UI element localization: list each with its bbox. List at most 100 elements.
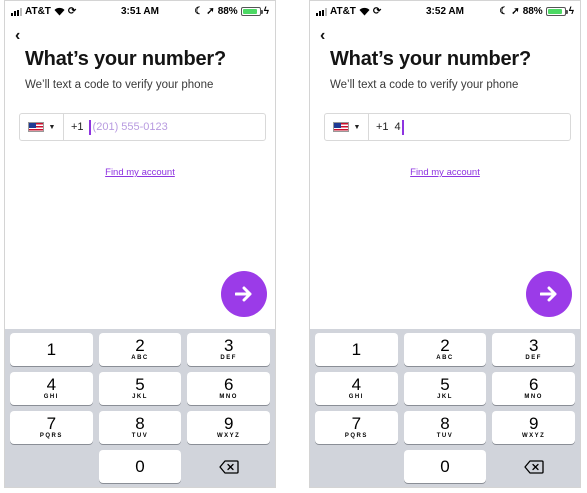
- key-9[interactable]: 9 WXYZ: [492, 411, 576, 444]
- key-digit: 1: [351, 340, 362, 359]
- us-flag-icon: [27, 122, 44, 132]
- find-account-link[interactable]: Find my account: [105, 167, 175, 178]
- key-digit: 5: [440, 375, 450, 394]
- dial-code: +1: [376, 121, 389, 133]
- key-letters: ABC: [436, 355, 454, 361]
- key-letters: ABC: [131, 355, 149, 361]
- key-1[interactable]: 1: [315, 333, 398, 366]
- phone-number-input[interactable]: [92, 121, 243, 133]
- key-letters: MNO: [219, 394, 238, 400]
- page-title: What’s your number?: [25, 48, 227, 70]
- key-2[interactable]: 2 ABC: [403, 333, 487, 366]
- key-delete[interactable]: [187, 450, 270, 483]
- moon-icon: ☾: [194, 5, 204, 17]
- key-6[interactable]: 6 MNO: [187, 372, 271, 405]
- key-2[interactable]: 2 ABC: [98, 333, 182, 366]
- key-empty: [10, 450, 93, 483]
- key-0[interactable]: 0: [98, 450, 182, 483]
- key-letters: PQRS: [39, 433, 63, 439]
- key-digit: 7: [46, 414, 57, 433]
- key-3[interactable]: 3 DEF: [492, 333, 576, 366]
- battery-icon: [240, 7, 263, 16]
- key-digit: 5: [135, 375, 145, 394]
- location-icon: ➚: [511, 5, 520, 17]
- page-subtitle: We’ll text a code to verify your phone: [330, 79, 519, 91]
- status-bar: AT&T ⟳ 3:52 AM ☾ ➚ 88% ϟ: [310, 1, 580, 21]
- country-picker[interactable]: ▼: [20, 114, 64, 140]
- key-letters: MNO: [524, 394, 543, 400]
- find-account-link[interactable]: Find my account: [410, 167, 480, 178]
- key-0[interactable]: 0: [403, 450, 487, 483]
- next-button[interactable]: [221, 271, 267, 317]
- key-digit: 9: [223, 414, 234, 433]
- numeric-keypad: 1 2 ABC 3 DEF 4 GHI 5 JKL 6 MNO 7 PQRS 8 TUV 9W…: [5, 329, 275, 487]
- battery-icon: [545, 7, 568, 16]
- key-digit: 2: [135, 336, 145, 355]
- key-9[interactable]: 9 WXYZ: [187, 411, 271, 444]
- next-button[interactable]: [526, 271, 572, 317]
- key-letters: WXYZ: [217, 433, 241, 439]
- key-letters: DEF: [525, 355, 542, 361]
- dial-code: +1: [71, 121, 84, 133]
- key-letters: DEF: [220, 355, 237, 361]
- page-subtitle: We’ll text a code to verify your phone: [25, 79, 214, 91]
- key-7[interactable]: 7 PQRS: [10, 411, 93, 444]
- battery-percent: 88%: [217, 6, 238, 17]
- key-4[interactable]: 4 GHI: [315, 372, 398, 405]
- back-chevron-icon[interactable]: ‹: [320, 27, 325, 45]
- find-account-container: Find my account: [5, 162, 275, 180]
- key-digit: 3: [223, 336, 234, 355]
- key-digit: 4: [46, 375, 57, 394]
- phone-number-field: ▼ +1 4: [324, 113, 571, 141]
- phone-number-value[interactable]: 4: [395, 121, 401, 133]
- key-digit: 0: [135, 457, 145, 476]
- key-digit: 8: [440, 414, 450, 433]
- key-8[interactable]: 8 TUV: [403, 411, 487, 444]
- battery-fill: [242, 9, 257, 14]
- country-picker[interactable]: ▼: [325, 114, 369, 140]
- charging-icon: ϟ: [263, 5, 269, 17]
- key-6[interactable]: 6 MNO: [492, 372, 576, 405]
- key-3[interactable]: 3 DEF: [187, 333, 271, 366]
- key-5[interactable]: 5 JKL: [403, 372, 487, 405]
- key-digit: 0: [440, 457, 450, 476]
- key-1[interactable]: 1: [10, 333, 93, 366]
- key-letters: WXYZ: [522, 433, 546, 439]
- key-digit: 6: [223, 375, 234, 394]
- text-cursor: [401, 119, 404, 135]
- key-delete[interactable]: [492, 450, 575, 483]
- page-title: What’s your number?: [330, 48, 532, 70]
- key-7[interactable]: 7 PQRS: [315, 411, 398, 444]
- us-flag-icon: [332, 122, 349, 132]
- charging-icon: ϟ: [568, 5, 574, 17]
- key-digit: 4: [351, 375, 362, 394]
- key-digit: 9: [528, 414, 539, 433]
- key-digit: 8: [135, 414, 145, 433]
- backspace-icon: [524, 459, 544, 474]
- battery-fill: [547, 9, 562, 14]
- back-chevron-icon[interactable]: ‹: [15, 27, 20, 45]
- find-account-container: Find my account: [310, 162, 580, 180]
- status-bar: AT&T ⟳ 3:51 AM ☾ ➚ 88% ϟ: [5, 1, 275, 21]
- phone-screen-2: AT&T ⟳ 3:52 AM ☾ ➚ 88% ϟ ‹ What’s your n…: [309, 0, 581, 488]
- key-letters: GHI: [348, 394, 364, 400]
- key-letters: JKL: [437, 394, 453, 400]
- key-letters: TUV: [131, 433, 149, 439]
- key-digit: 2: [440, 336, 450, 355]
- key-digit: 1: [46, 340, 57, 359]
- key-digit: 3: [528, 336, 539, 355]
- key-digit: 6: [528, 375, 539, 394]
- moon-icon: ☾: [499, 5, 509, 17]
- battery-percent: 88%: [522, 6, 543, 17]
- chevron-down-icon: ▼: [48, 123, 56, 131]
- phone-screen-1: AT&T ⟳ 3:51 AM ☾ ➚ 88% ϟ ‹ What’s your n…: [4, 0, 276, 488]
- key-5[interactable]: 5 JKL: [98, 372, 182, 405]
- backspace-icon: [219, 459, 239, 474]
- key-digit: 7: [351, 414, 362, 433]
- key-letters: TUV: [436, 433, 454, 439]
- arrow-right-icon: [540, 286, 557, 302]
- text-cursor: [88, 119, 91, 135]
- key-4[interactable]: 4 GHI: [10, 372, 93, 405]
- key-8[interactable]: 8 TUV: [98, 411, 182, 444]
- key-letters: JKL: [132, 394, 148, 400]
